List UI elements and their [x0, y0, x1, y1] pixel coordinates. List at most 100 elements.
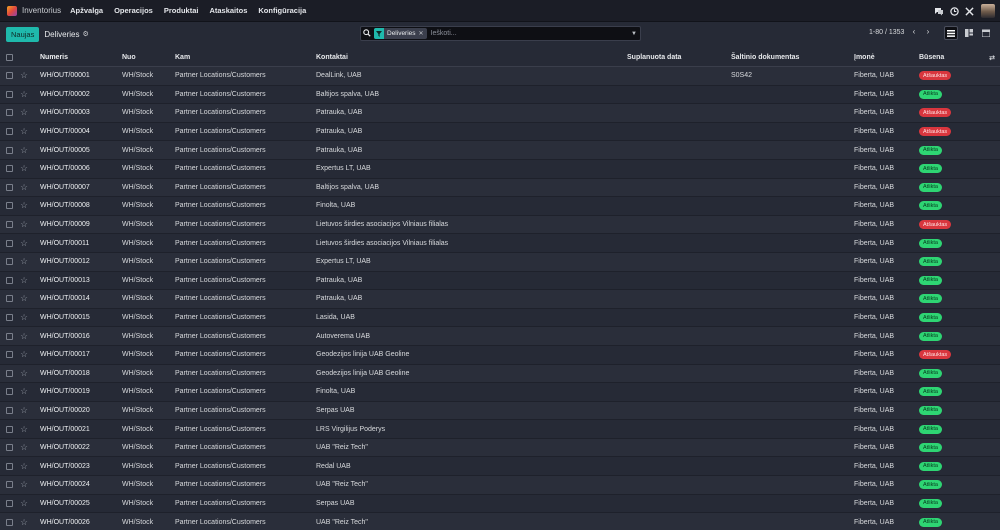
star-icon[interactable]: ☆: [19, 272, 29, 290]
app-name[interactable]: Inventorius: [22, 6, 61, 15]
star-icon[interactable]: ☆: [19, 476, 29, 494]
menu-ataskaitos[interactable]: Ataskaitos: [209, 6, 247, 15]
star-icon[interactable]: ☆: [19, 216, 29, 234]
user-avatar[interactable]: [981, 4, 995, 18]
kanban-view-icon[interactable]: [962, 26, 976, 40]
row-checkbox[interactable]: [5, 457, 14, 475]
star-icon[interactable]: ☆: [19, 346, 29, 364]
star-icon[interactable]: ☆: [19, 290, 29, 308]
column-header-scheduled[interactable]: Suplanuota data: [627, 49, 727, 66]
row-checkbox[interactable]: [5, 346, 14, 364]
pager-value[interactable]: 1-80 / 1353: [869, 29, 904, 36]
table-row[interactable]: ☆ WH/OUT/00026 WH/Stock Partner Locations/C…: [0, 513, 1000, 530]
table-row[interactable]: ☆ WH/OUT/00007 WH/Stock Partner Locations/C…: [0, 178, 1000, 198]
table-row[interactable]: ☆ WH/OUT/00005 WH/Stock Partner Locations/C…: [0, 141, 1000, 160]
table-row[interactable]: ☆ WH/OUT/00008 WH/Stock Partner Locations/C…: [0, 197, 1000, 216]
table-row[interactable]: ☆ WH/OUT/00023 WH/Stock Partner Locations/C…: [0, 457, 1000, 477]
row-checkbox[interactable]: [5, 86, 14, 104]
chat-icon[interactable]: [932, 4, 946, 18]
tools-icon[interactable]: [962, 4, 976, 18]
table-row[interactable]: ☆ WH/OUT/00001 WH/Stock Partner Locations/C…: [0, 67, 1000, 86]
pager-prev-icon[interactable]: ‹: [909, 27, 919, 39]
table-row[interactable]: ☆ WH/OUT/00024 WH/Stock Partner Locations/C…: [0, 476, 1000, 495]
table-row[interactable]: ☆ WH/OUT/00017 WH/Stock Partner Locations/C…: [0, 345, 1000, 365]
row-checkbox[interactable]: [5, 141, 14, 159]
row-checkbox[interactable]: [5, 383, 14, 401]
table-row[interactable]: ☆ WH/OUT/00011 WH/Stock Partner Locations/C…: [0, 234, 1000, 253]
select-all-checkbox[interactable]: [5, 49, 14, 66]
column-header-source[interactable]: Šaltinio dokumentas: [731, 49, 851, 66]
star-icon[interactable]: ☆: [19, 513, 29, 530]
table-row[interactable]: ☆ WH/OUT/00006 WH/Stock Partner Locations/C…: [0, 159, 1000, 179]
row-checkbox[interactable]: [5, 365, 14, 383]
row-checkbox[interactable]: [5, 290, 14, 308]
column-header-contact[interactable]: Kontaktai: [316, 49, 626, 66]
star-icon[interactable]: ☆: [19, 197, 29, 215]
star-icon[interactable]: ☆: [19, 402, 29, 420]
clock-icon[interactable]: [947, 4, 961, 18]
row-checkbox[interactable]: [5, 327, 14, 345]
menu-produktai[interactable]: Produktai: [164, 6, 199, 15]
row-checkbox[interactable]: [5, 123, 14, 141]
star-icon[interactable]: ☆: [19, 327, 29, 345]
column-header-number[interactable]: Numeris: [40, 49, 120, 66]
row-checkbox[interactable]: [5, 234, 14, 252]
menu-operacijos[interactable]: Operacijos: [114, 6, 153, 15]
row-checkbox[interactable]: [5, 476, 14, 494]
star-icon[interactable]: ☆: [19, 234, 29, 252]
table-row[interactable]: ☆ WH/OUT/00018 WH/Stock Partner Locations/C…: [0, 364, 1000, 384]
table-row[interactable]: ☆ WH/OUT/00015 WH/Stock Partner Locations/C…: [0, 308, 1000, 328]
menu-apzvalga[interactable]: Apžvalga: [70, 6, 103, 15]
star-icon[interactable]: ☆: [19, 160, 29, 178]
row-checkbox[interactable]: [5, 197, 14, 215]
star-icon[interactable]: ☆: [19, 104, 29, 122]
row-checkbox[interactable]: [5, 402, 14, 420]
star-icon[interactable]: ☆: [19, 495, 29, 513]
column-header-from[interactable]: Nuo: [122, 49, 172, 66]
star-icon[interactable]: ☆: [19, 365, 29, 383]
table-row[interactable]: ☆ WH/OUT/00022 WH/Stock Partner Locations/C…: [0, 438, 1000, 458]
column-header-status[interactable]: Būsena: [919, 49, 979, 66]
menu-konfiguracija[interactable]: Konfigūracija: [258, 6, 306, 15]
row-checkbox[interactable]: [5, 216, 14, 234]
table-row[interactable]: ☆ WH/OUT/00012 WH/Stock Partner Locations/C…: [0, 252, 1000, 272]
star-icon[interactable]: ☆: [19, 179, 29, 197]
table-row[interactable]: ☆ WH/OUT/00002 WH/Stock Partner Locations/C…: [0, 85, 1000, 105]
facet-remove-icon[interactable]: ✕: [419, 30, 427, 37]
row-checkbox[interactable]: [5, 420, 14, 438]
table-row[interactable]: ☆ WH/OUT/00020 WH/Stock Partner Locations/C…: [0, 401, 1000, 421]
table-row[interactable]: ☆ WH/OUT/00019 WH/Stock Partner Locations/C…: [0, 383, 1000, 402]
table-row[interactable]: ☆ WH/OUT/00021 WH/Stock Partner Locations/C…: [0, 420, 1000, 439]
new-button[interactable]: Naujas: [6, 26, 40, 42]
star-icon[interactable]: ☆: [19, 141, 29, 159]
table-row[interactable]: ☆ WH/OUT/00003 WH/Stock Partner Locations/C…: [0, 104, 1000, 123]
table-row[interactable]: ☆ WH/OUT/00025 WH/Stock Partner Locations/C…: [0, 494, 1000, 514]
star-icon[interactable]: ☆: [19, 67, 29, 85]
row-checkbox[interactable]: [5, 272, 14, 290]
star-icon[interactable]: ☆: [19, 123, 29, 141]
star-icon[interactable]: ☆: [19, 253, 29, 271]
row-checkbox[interactable]: [5, 67, 14, 85]
star-icon[interactable]: ☆: [19, 439, 29, 457]
row-checkbox[interactable]: [5, 513, 14, 530]
table-row[interactable]: ☆ WH/OUT/00004 WH/Stock Partner Locations/C…: [0, 122, 1000, 142]
star-icon[interactable]: ☆: [19, 383, 29, 401]
star-icon[interactable]: ☆: [19, 457, 29, 475]
row-checkbox[interactable]: [5, 253, 14, 271]
search-icon[interactable]: [361, 28, 373, 39]
table-row[interactable]: ☆ WH/OUT/00009 WH/Stock Partner Locations/C…: [0, 215, 1000, 235]
row-checkbox[interactable]: [5, 179, 14, 197]
search-dropdown-icon[interactable]: ▼: [628, 31, 640, 37]
row-checkbox[interactable]: [5, 309, 14, 327]
gear-icon[interactable]: ⚙: [82, 30, 88, 38]
table-row[interactable]: ☆ WH/OUT/00016 WH/Stock Partner Locations/C…: [0, 327, 1000, 346]
search-input[interactable]: Ieškoti...: [431, 30, 628, 37]
row-checkbox[interactable]: [5, 439, 14, 457]
column-header-to[interactable]: Kam: [175, 49, 313, 66]
row-checkbox[interactable]: [5, 495, 14, 513]
star-icon[interactable]: ☆: [19, 86, 29, 104]
column-header-company[interactable]: Įmonė: [854, 49, 916, 66]
star-icon[interactable]: ☆: [19, 420, 29, 438]
column-settings-icon[interactable]: ⇄: [986, 49, 998, 66]
list-view-icon[interactable]: [944, 26, 958, 40]
